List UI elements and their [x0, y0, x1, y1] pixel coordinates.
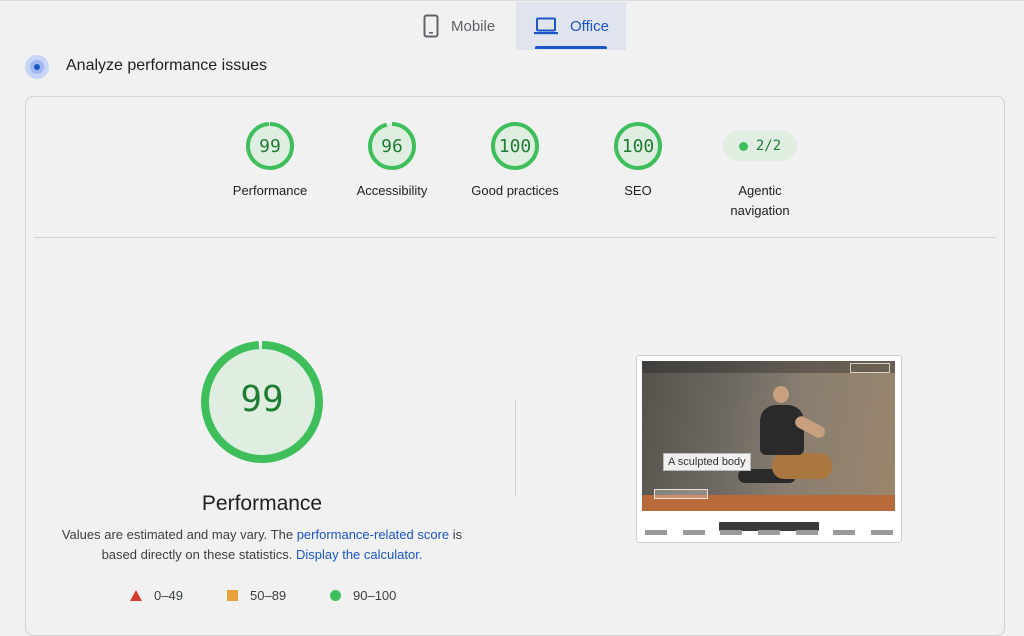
tab-selected-indicator — [535, 46, 607, 49]
performance-main-title: Performance — [201, 492, 323, 515]
gauge-seo-score: 100 — [621, 136, 655, 157]
page-screenshot-thumbnail[interactable]: A sculpted body — [636, 355, 902, 543]
agentic-label-line2: navigation — [730, 203, 790, 218]
legend-pass: 90–100 — [330, 588, 396, 603]
gauge-accessibility-score: 96 — [381, 136, 403, 157]
screenshot-logo-row — [645, 530, 893, 538]
screenshot-figure-body — [760, 405, 804, 455]
gauge-accessibility[interactable]: 96 Accessibility — [332, 121, 452, 201]
performance-score-link[interactable]: performance-related score — [297, 527, 449, 542]
legend-average: 50–89 — [227, 588, 286, 603]
desc-text-1: Values are estimated and may vary. The — [61, 527, 294, 542]
agentic-value: 2/2 — [755, 138, 782, 154]
tab-office-label: Office — [570, 17, 609, 35]
gauge-good-practices-score: 100 — [498, 136, 532, 157]
image-alt-tooltip: A sculpted body — [663, 453, 751, 471]
gauge-seo[interactable]: 100 SEO — [578, 121, 698, 201]
fail-triangle-icon — [130, 590, 142, 601]
agentic-badge: 2/2 — [723, 131, 797, 161]
gauge-accessibility-label: Accessibility — [356, 183, 428, 198]
vertical-divider — [515, 399, 516, 497]
tab-mobile[interactable]: Mobile — [413, 2, 516, 50]
legend-pass-range: 90–100 — [353, 588, 397, 603]
gauge-good-practices[interactable]: 100 Good practices — [455, 121, 575, 201]
legend-fail-range: 0–49 — [154, 588, 183, 603]
screenshot-nav-button — [850, 363, 890, 373]
gauge-performance-score: 99 — [259, 136, 281, 157]
gauge-good-practices-label: Good practices — [471, 183, 559, 198]
average-square-icon — [227, 590, 238, 601]
laptop-icon — [534, 17, 558, 35]
phone-icon — [423, 14, 439, 38]
section-title: Analyze performance issues — [66, 57, 267, 74]
pass-circle-icon — [330, 590, 341, 601]
pass-dot-icon — [738, 141, 748, 151]
gauge-performance[interactable]: 99 Performance — [210, 121, 330, 201]
legend-fail: 0–49 — [130, 588, 183, 603]
agentic-label: Agentic navigation — [700, 181, 820, 221]
gauge-seo-label: SEO — [624, 183, 652, 198]
logo-placeholder — [795, 530, 818, 535]
screenshot-hero-button — [654, 489, 708, 499]
analysis-icon — [25, 55, 49, 79]
logo-placeholder — [870, 530, 893, 535]
top-border — [0, 0, 1024, 1]
gauge-performance-label: Performance — [232, 183, 308, 198]
gauge-agentic-navigation[interactable]: 2/2 Agentic navigation — [700, 121, 820, 221]
logo-placeholder — [645, 530, 667, 535]
report-card: 99 Performance 96 Accessibility 100 Good… — [25, 96, 1005, 636]
screenshot-hero-image: A sculpted body — [642, 361, 895, 511]
performance-description: Values are estimated and may vary. The p… — [56, 525, 468, 565]
tab-office[interactable]: Office — [516, 2, 626, 50]
agentic-label-line1: Agentic — [738, 183, 782, 198]
tab-mobile-label: Mobile — [451, 17, 496, 35]
logo-placeholder — [720, 530, 743, 535]
screenshot-figure-head — [773, 386, 789, 403]
logo-placeholder — [682, 530, 705, 535]
performance-main-score: 99 — [240, 379, 284, 420]
logo-placeholder — [833, 530, 856, 535]
legend-average-range: 50–89 — [250, 588, 287, 603]
logo-placeholder — [757, 530, 780, 535]
section-divider — [34, 237, 996, 238]
calculator-link[interactable]: Display the calculator. — [296, 547, 422, 562]
screenshot-figure-legs — [772, 453, 832, 479]
